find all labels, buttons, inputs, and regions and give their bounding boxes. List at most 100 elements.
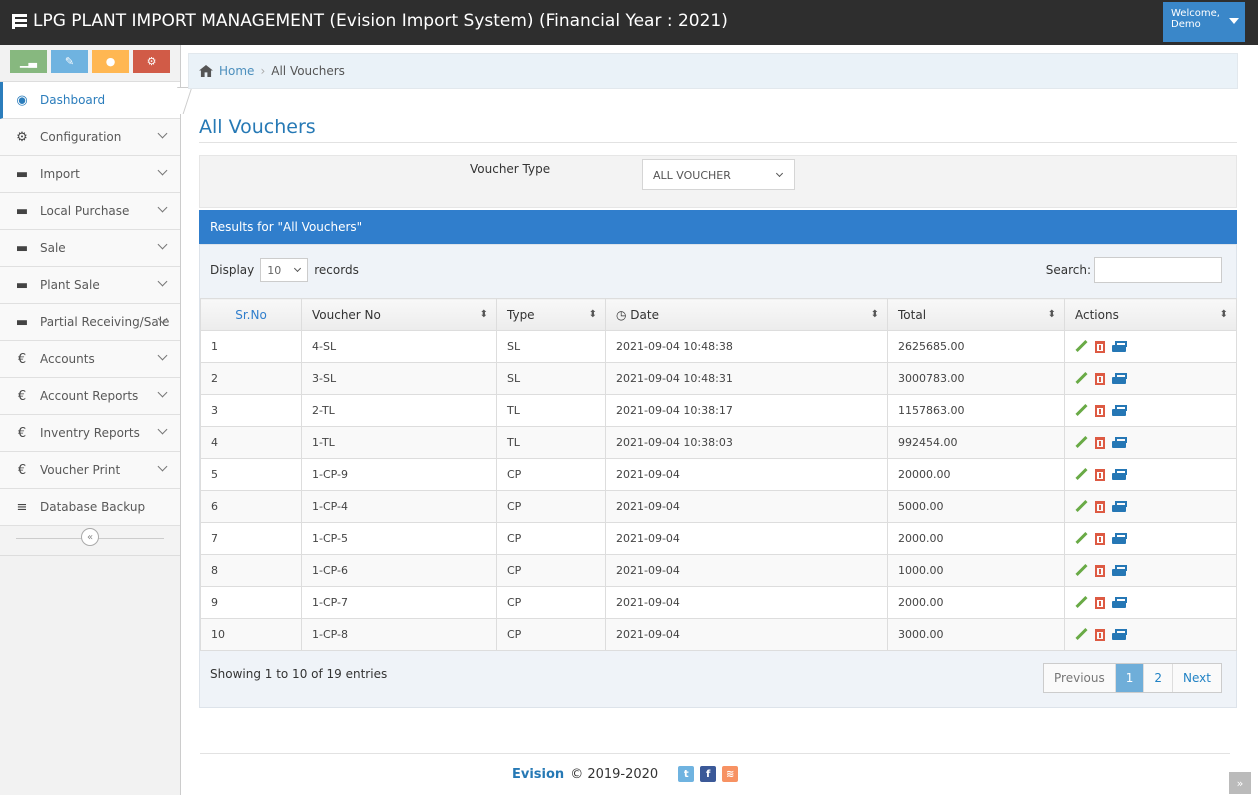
print-icon[interactable] bbox=[1112, 436, 1127, 449]
print-icon[interactable] bbox=[1112, 372, 1127, 385]
print-icon[interactable] bbox=[1112, 404, 1127, 417]
table-cell: CP bbox=[496, 618, 606, 651]
records-per-page-select[interactable]: 10 bbox=[260, 258, 309, 282]
facebook-icon[interactable]: f bbox=[700, 766, 717, 782]
table-cell: 2021-09-04 bbox=[605, 490, 888, 523]
search-input[interactable] bbox=[1094, 257, 1222, 283]
voucher-type-value: ALL VOUCHER bbox=[653, 169, 731, 182]
trash-icon[interactable] bbox=[1095, 532, 1105, 545]
pencil-icon[interactable] bbox=[1075, 564, 1088, 577]
cogs-icon[interactable]: ⚙ bbox=[133, 50, 170, 73]
pencil-icon[interactable] bbox=[1075, 628, 1088, 641]
row-actions bbox=[1064, 394, 1237, 427]
col-header-voucher-no[interactable]: Voucher No ⬍ bbox=[301, 298, 497, 331]
print-icon[interactable] bbox=[1112, 532, 1127, 545]
trash-icon[interactable] bbox=[1095, 564, 1105, 577]
user-menu[interactable]: Welcome, Demo bbox=[1163, 2, 1245, 42]
chevron-down-icon bbox=[157, 350, 168, 361]
sidebar-item-inventry-reports[interactable]: € Inventry Reports bbox=[0, 415, 180, 452]
trash-icon[interactable] bbox=[1095, 468, 1105, 481]
table-cell: CP bbox=[496, 554, 606, 587]
table-cell: 8 bbox=[200, 554, 302, 587]
trash-icon[interactable] bbox=[1095, 596, 1105, 609]
pencil-icon[interactable]: ✎ bbox=[51, 50, 88, 73]
table-cell: 7 bbox=[200, 522, 302, 555]
print-icon[interactable] bbox=[1112, 628, 1127, 641]
page-title: All Vouchers bbox=[199, 116, 316, 138]
print-icon[interactable] bbox=[1112, 564, 1127, 577]
col-header-total[interactable]: Total ⬍ bbox=[887, 298, 1065, 331]
home-icon[interactable] bbox=[199, 65, 213, 77]
voucher-type-label: Voucher Type bbox=[470, 162, 551, 176]
table-cell: 1-CP-7 bbox=[301, 586, 497, 619]
sidebar-item-local-purchase[interactable]: ▬ Local Purchase bbox=[0, 193, 180, 230]
sort-icon: ⬍ bbox=[479, 309, 488, 320]
results-header: Results for "All Vouchers" bbox=[199, 210, 1237, 244]
pencil-icon[interactable] bbox=[1075, 340, 1088, 353]
cogs-icon: ⚙ bbox=[16, 129, 28, 145]
breadcrumb: Home › All Vouchers bbox=[188, 53, 1238, 89]
pagination-page-1[interactable]: 1 bbox=[1115, 664, 1145, 692]
print-icon[interactable] bbox=[1112, 500, 1127, 513]
pagination-next[interactable]: Next bbox=[1173, 664, 1221, 692]
col-header-actions[interactable]: Actions ⬍ bbox=[1064, 298, 1237, 331]
table-cell: 5 bbox=[200, 458, 302, 491]
print-icon[interactable] bbox=[1112, 340, 1127, 353]
pencil-icon[interactable] bbox=[1075, 468, 1088, 481]
sidebar-item-dashboard[interactable]: ◉ Dashboard bbox=[0, 82, 180, 119]
signal-icon[interactable]: ▁▃ bbox=[10, 50, 47, 73]
pencil-icon[interactable] bbox=[1075, 436, 1088, 449]
table-cell: 20000.00 bbox=[887, 458, 1065, 491]
trash-icon[interactable] bbox=[1095, 500, 1105, 513]
rss-icon[interactable]: ≋ bbox=[722, 766, 739, 782]
double-angle-left-icon[interactable]: « bbox=[81, 528, 99, 546]
col-header-type[interactable]: Type ⬍ bbox=[496, 298, 606, 331]
sidebar-item-label: Plant Sale bbox=[40, 278, 100, 292]
trash-icon[interactable] bbox=[1095, 628, 1105, 641]
sidebar-item-sale[interactable]: ▬ Sale bbox=[0, 230, 180, 267]
footer: Evision © 2019-2020 t f ≋ bbox=[512, 766, 739, 782]
cart-icon: ▬ bbox=[15, 314, 29, 330]
chevron-down-icon bbox=[157, 276, 168, 287]
trash-icon[interactable] bbox=[1095, 372, 1105, 385]
voucher-type-select[interactable]: ALL VOUCHER bbox=[642, 159, 795, 190]
pagination-page-2[interactable]: 2 bbox=[1144, 664, 1174, 692]
trash-icon[interactable] bbox=[1095, 436, 1105, 449]
search-control: Search: bbox=[1046, 257, 1222, 283]
database-icon: ≡ bbox=[16, 499, 28, 515]
sidebar-item-voucher-print[interactable]: € Voucher Print bbox=[0, 452, 180, 489]
pagination-previous[interactable]: Previous bbox=[1044, 664, 1116, 692]
users-icon[interactable]: ● bbox=[92, 50, 129, 73]
pencil-icon[interactable] bbox=[1075, 532, 1088, 545]
cart-icon: ▬ bbox=[15, 277, 29, 293]
tachometer-icon: ◉ bbox=[16, 92, 28, 108]
sidebar-item-import[interactable]: ▬ Import bbox=[0, 156, 180, 193]
trash-icon[interactable] bbox=[1095, 404, 1105, 417]
sidebar-item-configuration[interactable]: ⚙ Configuration bbox=[0, 119, 180, 156]
table-row: 7 1-CP-5 CP 2021-09-04 2000.00 bbox=[200, 522, 1237, 555]
pencil-icon[interactable] bbox=[1075, 596, 1088, 609]
sidebar-item-partial-receiving-sale[interactable]: ▬ Partial Receiving/Sale bbox=[0, 304, 180, 341]
col-header-date[interactable]: ◷ Date ⬍ bbox=[605, 298, 888, 331]
print-icon[interactable] bbox=[1112, 468, 1127, 481]
sidebar-item-plant-sale[interactable]: ▬ Plant Sale bbox=[0, 267, 180, 304]
sidebar-item-account-reports[interactable]: € Account Reports bbox=[0, 378, 180, 415]
table-cell: CP bbox=[496, 458, 606, 491]
scroll-to-top-button[interactable]: » bbox=[1229, 772, 1251, 794]
pencil-icon[interactable] bbox=[1075, 500, 1088, 513]
table-row: 2 3-SL SL 2021-09-04 10:48:31 3000783.00 bbox=[200, 362, 1237, 395]
app-brand[interactable]: LPG PLANT IMPORT MANAGEMENT (Evision Imp… bbox=[12, 11, 728, 31]
twitter-icon[interactable]: t bbox=[678, 766, 695, 782]
chevron-down-icon bbox=[157, 387, 168, 398]
sidebar-shortcuts: ▁▃ ✎ ● ⚙ bbox=[0, 45, 180, 82]
table-cell: 2021-09-04 10:48:31 bbox=[605, 362, 888, 395]
trash-icon[interactable] bbox=[1095, 340, 1105, 353]
breadcrumb-home-link[interactable]: Home bbox=[219, 64, 254, 78]
sidebar-item-database-backup[interactable]: ≡ Database Backup bbox=[0, 489, 180, 526]
table-row: 5 1-CP-9 CP 2021-09-04 20000.00 bbox=[200, 458, 1237, 491]
sidebar-item-accounts[interactable]: € Accounts bbox=[0, 341, 180, 378]
pencil-icon[interactable] bbox=[1075, 404, 1088, 417]
col-header-sr-no[interactable]: Sr.No bbox=[200, 298, 302, 331]
print-icon[interactable] bbox=[1112, 596, 1127, 609]
pencil-icon[interactable] bbox=[1075, 372, 1088, 385]
